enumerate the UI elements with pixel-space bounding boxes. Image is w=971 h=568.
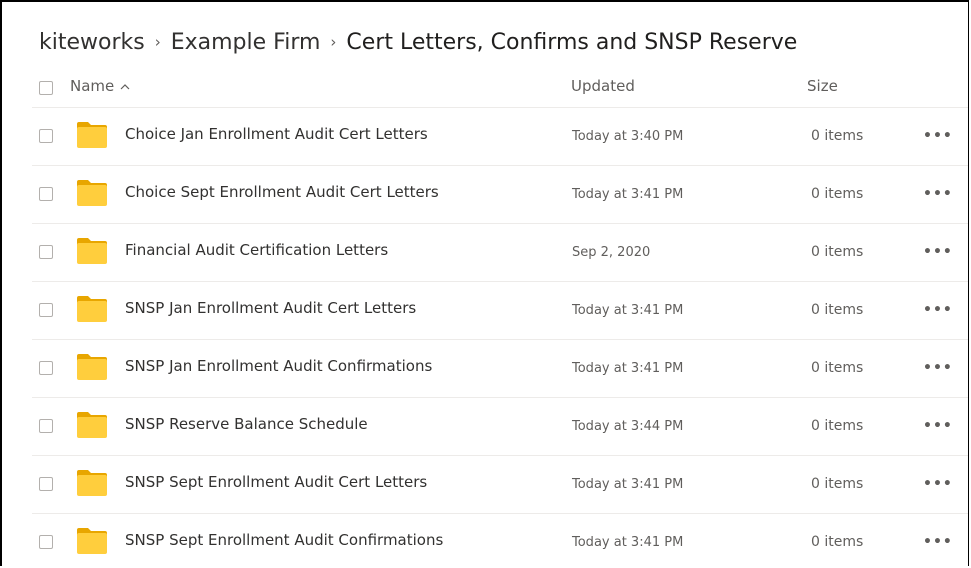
folder-updated: Today at 3:41 PM	[572, 303, 684, 318]
folder-icon	[76, 295, 108, 323]
folder-updated: Today at 3:44 PM	[572, 419, 684, 434]
table-row[interactable]: Choice Sept Enrollment Audit Cert Letter…	[32, 166, 968, 224]
folder-icon	[76, 121, 108, 149]
folder-name[interactable]: Choice Sept Enrollment Audit Cert Letter…	[125, 183, 439, 201]
folder-icon	[76, 411, 108, 439]
more-actions-icon[interactable]: •••	[923, 474, 952, 494]
folder-size: 0 items	[811, 534, 864, 550]
column-header-updated[interactable]: Updated	[571, 77, 635, 95]
folder-icon	[76, 469, 108, 497]
row-checkbox[interactable]	[39, 303, 53, 317]
folder-name[interactable]: SNSP Jan Enrollment Audit Confirmations	[125, 357, 432, 375]
select-all-checkbox[interactable]	[39, 81, 53, 95]
breadcrumb-item-example-firm[interactable]: Example Firm	[171, 30, 321, 55]
column-header-name[interactable]: Name	[70, 77, 130, 95]
folder-icon	[76, 527, 108, 555]
more-actions-icon[interactable]: •••	[923, 126, 952, 146]
folder-name[interactable]: SNSP Jan Enrollment Audit Cert Letters	[125, 299, 416, 317]
folder-updated: Today at 3:41 PM	[572, 477, 684, 492]
row-checkbox[interactable]	[39, 187, 53, 201]
more-actions-icon[interactable]: •••	[923, 532, 952, 552]
folder-size: 0 items	[811, 244, 864, 260]
folder-size: 0 items	[811, 476, 864, 492]
table-row[interactable]: SNSP Sept Enrollment Audit Cert Letters …	[32, 456, 968, 514]
more-actions-icon[interactable]: •••	[923, 416, 952, 436]
app-frame: kiteworks › Example Firm › Cert Letters,…	[0, 0, 969, 566]
folder-updated: Today at 3:40 PM	[572, 129, 684, 144]
folder-size: 0 items	[811, 128, 864, 144]
more-actions-icon[interactable]: •••	[923, 358, 952, 378]
table-row[interactable]: Choice Jan Enrollment Audit Cert Letters…	[32, 108, 968, 166]
folder-name[interactable]: Choice Jan Enrollment Audit Cert Letters	[125, 125, 428, 143]
folder-size: 0 items	[811, 360, 864, 376]
column-header-name-label: Name	[70, 77, 115, 95]
table-row[interactable]: SNSP Jan Enrollment Audit Cert Letters T…	[32, 282, 968, 340]
folder-icon	[76, 179, 108, 207]
more-actions-icon[interactable]: •••	[923, 300, 952, 320]
row-checkbox[interactable]	[39, 361, 53, 375]
row-checkbox[interactable]	[39, 245, 53, 259]
table-row[interactable]: SNSP Sept Enrollment Audit Confirmations…	[32, 514, 968, 566]
chevron-right-icon: ›	[330, 33, 337, 51]
folder-name[interactable]: SNSP Reserve Balance Schedule	[125, 415, 368, 433]
folder-name[interactable]: SNSP Sept Enrollment Audit Confirmations	[125, 531, 443, 549]
folder-name[interactable]: SNSP Sept Enrollment Audit Cert Letters	[125, 473, 427, 491]
folder-size: 0 items	[811, 186, 864, 202]
more-actions-icon[interactable]: •••	[923, 184, 952, 204]
row-checkbox[interactable]	[39, 419, 53, 433]
folder-updated: Today at 3:41 PM	[572, 187, 684, 202]
breadcrumb: kiteworks › Example Firm › Cert Letters,…	[39, 22, 797, 62]
folder-icon	[76, 353, 108, 381]
row-checkbox[interactable]	[39, 129, 53, 143]
more-actions-icon[interactable]: •••	[923, 242, 952, 262]
folder-icon	[76, 237, 108, 265]
table-header: Name Updated Size	[2, 66, 968, 108]
folder-updated: Today at 3:41 PM	[572, 361, 684, 376]
row-checkbox[interactable]	[39, 477, 53, 491]
folder-size: 0 items	[811, 302, 864, 318]
folder-updated: Sep 2, 2020	[572, 245, 651, 260]
chevron-right-icon: ›	[154, 33, 161, 51]
chevron-up-icon	[120, 80, 130, 93]
folder-name[interactable]: Financial Audit Certification Letters	[125, 241, 388, 259]
table-row[interactable]: SNSP Jan Enrollment Audit Confirmations …	[32, 340, 968, 398]
table-row[interactable]: Financial Audit Certification Letters Se…	[32, 224, 968, 282]
table-row[interactable]: SNSP Reserve Balance Schedule Today at 3…	[32, 398, 968, 456]
column-header-size[interactable]: Size	[807, 77, 838, 95]
file-list: Choice Jan Enrollment Audit Cert Letters…	[2, 108, 968, 566]
folder-updated: Today at 3:41 PM	[572, 535, 684, 550]
row-checkbox[interactable]	[39, 535, 53, 549]
folder-size: 0 items	[811, 418, 864, 434]
breadcrumb-item-current-folder: Cert Letters, Confirms and SNSP Reserve	[346, 29, 798, 55]
breadcrumb-item-kiteworks[interactable]: kiteworks	[39, 30, 145, 55]
